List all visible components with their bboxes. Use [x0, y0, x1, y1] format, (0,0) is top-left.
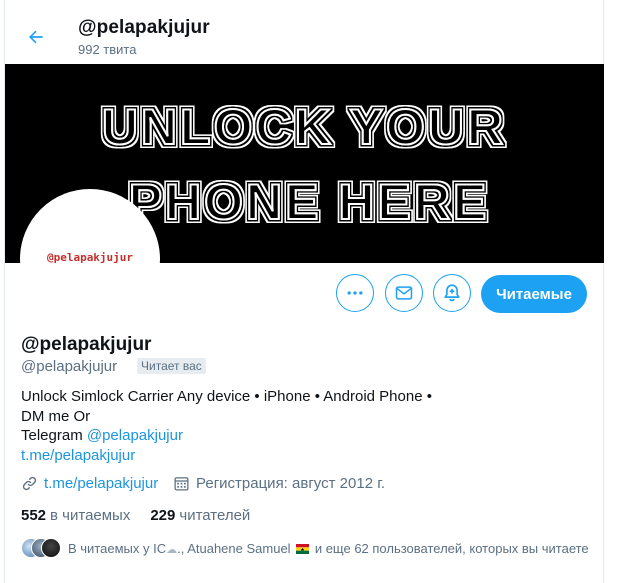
website-link[interactable]: t.me/pelapakjujur [44, 475, 158, 492]
bio-line-3: Telegram @pelapakjujur [21, 426, 581, 446]
followers-count: 229 [150, 507, 176, 524]
bio-line-1: Unlock Simlock Carrier Any device • iPho… [21, 388, 432, 405]
website-item: t.me/pelapakjujur [21, 475, 158, 492]
arrow-left-icon [29, 30, 43, 44]
follow-stats: 552 в читаемых 229 читателей [21, 507, 270, 524]
banner-line-1: UNLOCK YOUR [102, 99, 506, 155]
more-horizontal-icon [347, 291, 363, 295]
bio-mention-link[interactable]: @pelapakjujur [87, 427, 183, 444]
header-title: @pelapakjujur [78, 17, 210, 38]
bio: Unlock Simlock Carrier Any device • iPho… [21, 387, 581, 465]
followed-by-prefix: В читаемых у IC [68, 540, 167, 556]
user-handle: @pelapakjujur [21, 358, 118, 375]
following-label: в читаемых [50, 507, 131, 524]
following-button[interactable]: Читаемые [481, 275, 587, 313]
bell-plus-icon [444, 284, 460, 302]
following-count-link[interactable]: 552 в читаемых [21, 507, 130, 524]
ghana-flag-icon [296, 543, 310, 554]
cloud-emoji-icon: ☁ [166, 543, 178, 556]
joined-item: Регистрация: август 2012 г. [173, 475, 385, 492]
more-button[interactable] [336, 274, 374, 312]
avatar-text: @pelapakjujur [46, 250, 134, 264]
followed-by-suffix: и еще 62 пользователей, которых вы читае… [314, 540, 589, 556]
follower-avatars [21, 538, 61, 558]
follows-you-badge: Читает вас [137, 358, 206, 374]
link-icon [22, 476, 37, 491]
calendar-icon [174, 477, 189, 491]
joined-date: Регистрация: август 2012 г. [196, 475, 386, 492]
back-button[interactable] [20, 21, 52, 53]
avatar[interactable]: @pelapakjujur [20, 189, 160, 329]
followers-you-know[interactable]: В читаемых у IC☁., Atuahene Samuel и еще… [21, 538, 589, 558]
following-count: 552 [21, 507, 47, 524]
notify-button[interactable] [433, 274, 471, 312]
followed-by-middle: ., Atuahene Samuel [177, 540, 291, 556]
banner-line-2: PHONE HERE [129, 174, 490, 230]
bio-telegram-label: Telegram [21, 427, 87, 444]
tweet-count: 992 твита [78, 42, 137, 57]
display-name: @pelapakjujur [21, 334, 152, 355]
envelope-icon [395, 286, 413, 300]
bio-telegram-link[interactable]: t.me/pelapakjujur [21, 446, 581, 466]
followers-count-link[interactable]: 229 читателей [150, 507, 250, 524]
bio-line-2: DM me Or [21, 407, 91, 425]
message-button[interactable] [385, 274, 423, 312]
follower-avatar [41, 538, 61, 558]
followers-label: читателей [179, 507, 251, 524]
